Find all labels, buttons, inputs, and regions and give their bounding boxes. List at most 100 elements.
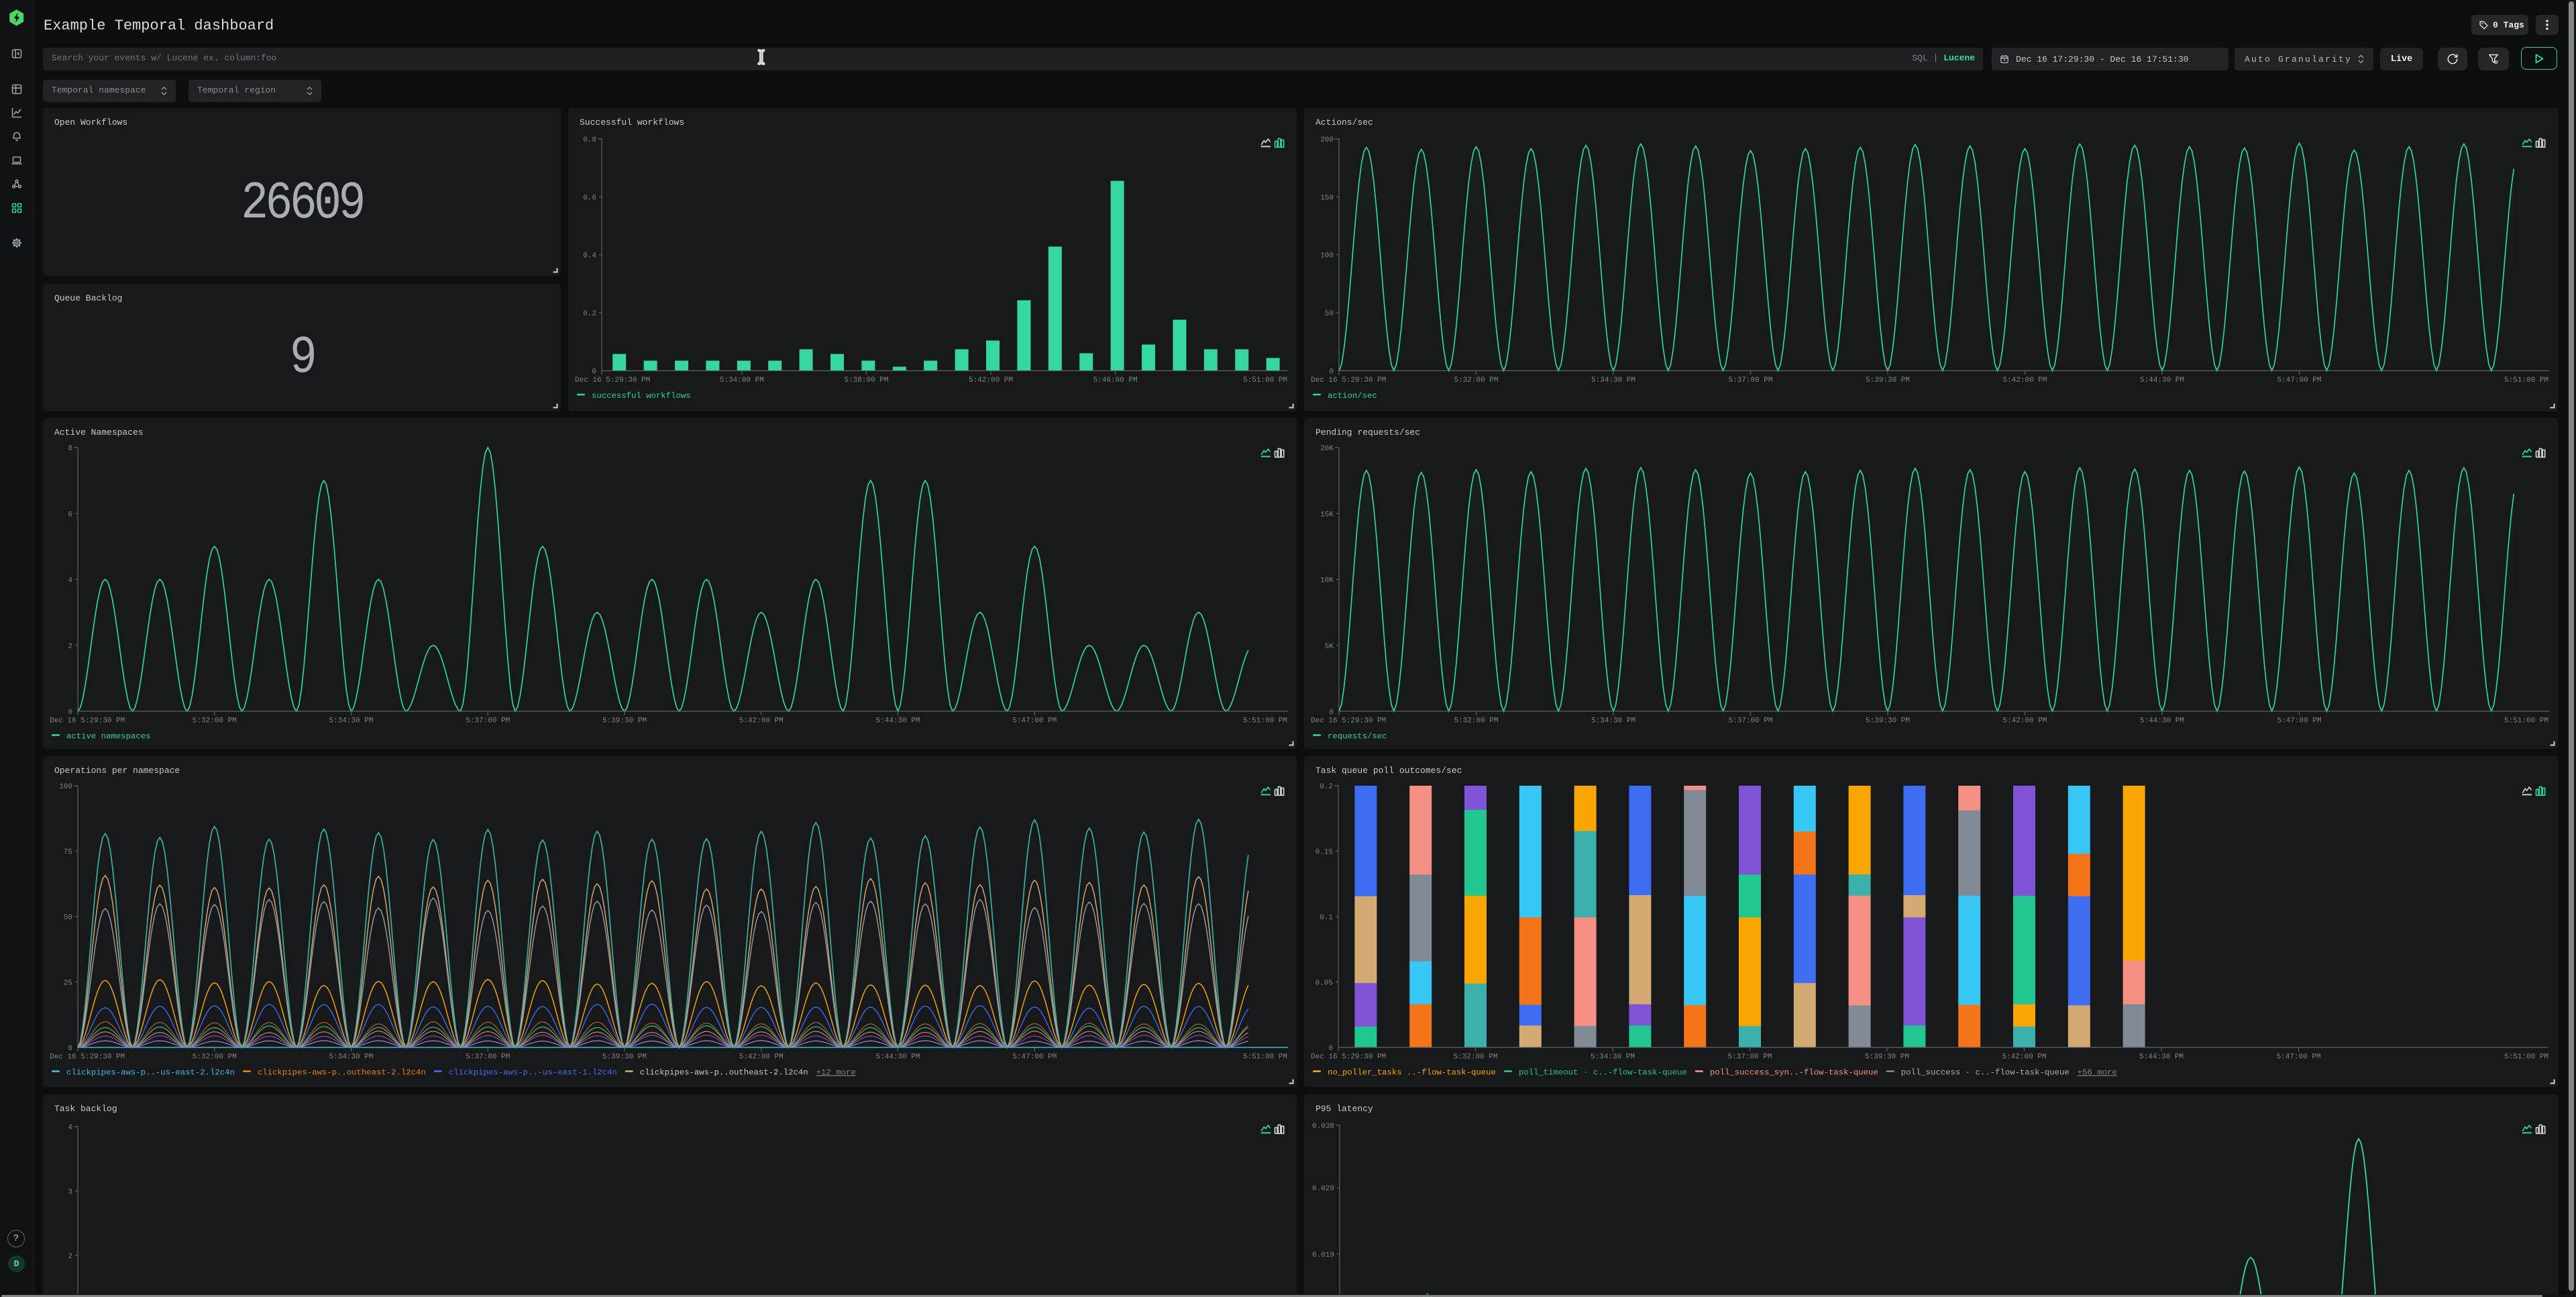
svg-text:Task queue poll outcomes/sec: Task queue poll outcomes/sec xyxy=(1316,766,1462,776)
svg-text:26609: 26609 xyxy=(241,174,363,234)
svg-text:5:37:00 PM: 5:37:00 PM xyxy=(466,1053,510,1061)
svg-text:5:34:30 PM: 5:34:30 PM xyxy=(1591,1053,1635,1061)
svg-text:5:44:30 PM: 5:44:30 PM xyxy=(875,717,920,725)
svg-text:action/sec: action/sec xyxy=(1328,391,1377,401)
svg-text:5:44:30 PM: 5:44:30 PM xyxy=(2140,376,2184,384)
svg-text:200: 200 xyxy=(1320,136,1334,144)
svg-text:15K: 15K xyxy=(1320,511,1334,519)
svg-text:4: 4 xyxy=(68,1124,72,1132)
svg-text:5:42:00 PM: 5:42:00 PM xyxy=(969,376,1013,384)
svg-text:0: 0 xyxy=(1329,709,1334,717)
svg-text:5:39:30 PM: 5:39:30 PM xyxy=(602,717,647,725)
svg-text:5:34:30 PM: 5:34:30 PM xyxy=(1591,376,1635,384)
svg-text:5:38:00 PM: 5:38:00 PM xyxy=(844,376,888,384)
svg-text:5:37:00 PM: 5:37:00 PM xyxy=(1728,717,1772,725)
svg-text:Dec 16 5:29:30 PM: Dec 16 5:29:30 PM xyxy=(50,1053,125,1061)
svg-text:0: 0 xyxy=(68,1045,72,1053)
svg-text:0.019: 0.019 xyxy=(1312,1251,1334,1259)
svg-text:Dec 16 5:29:30 PM: Dec 16 5:29:30 PM xyxy=(1311,1053,1386,1061)
svg-text:+56 more: +56 more xyxy=(2078,1068,2117,1078)
svg-text:5:34:30 PM: 5:34:30 PM xyxy=(329,717,373,725)
svg-text:Active Namespaces: Active Namespaces xyxy=(54,427,144,437)
svg-text:clickpipes-aws-p..-us-east-2.l: clickpipes-aws-p..-us-east-2.l2c4n xyxy=(66,1068,235,1078)
svg-text:requests/sec: requests/sec xyxy=(1328,732,1387,741)
svg-text:5:34:30 PM: 5:34:30 PM xyxy=(1591,717,1635,725)
svg-text:poll_success · c..-flow-task-q: poll_success · c..-flow-task-queue xyxy=(1901,1068,2070,1078)
svg-text:0.15: 0.15 xyxy=(1316,849,1333,857)
svg-text:100: 100 xyxy=(59,783,72,791)
svg-text:5:51:00 PM: 5:51:00 PM xyxy=(2504,717,2548,725)
svg-text:poll_success_syn..-flow-task-q: poll_success_syn..-flow-task-queue xyxy=(1710,1068,1878,1078)
svg-text:10K: 10K xyxy=(1320,577,1334,585)
svg-text:Successful workflows: Successful workflows xyxy=(580,117,684,127)
svg-text:0.4: 0.4 xyxy=(583,252,596,260)
svg-text:5:47:00 PM: 5:47:00 PM xyxy=(2276,1053,2320,1061)
svg-text:5:39:30 PM: 5:39:30 PM xyxy=(602,1053,647,1061)
svg-text:5:34:00 PM: 5:34:00 PM xyxy=(720,376,764,384)
svg-text:5:32:00 PM: 5:32:00 PM xyxy=(1454,376,1498,384)
svg-text:5:37:00 PM: 5:37:00 PM xyxy=(1728,376,1772,384)
svg-text:5:47:00 PM: 5:47:00 PM xyxy=(2277,376,2321,384)
svg-text:5:42:00 PM: 5:42:00 PM xyxy=(739,717,784,725)
svg-text:5:47:00 PM: 5:47:00 PM xyxy=(1012,1053,1057,1061)
svg-text:clickpipes-aws-p..outheast-2.l: clickpipes-aws-p..outheast-2.l2c4n xyxy=(640,1068,808,1078)
svg-text:5K: 5K xyxy=(1325,643,1334,651)
svg-text:0.2: 0.2 xyxy=(583,310,596,318)
svg-text:successful workflows: successful workflows xyxy=(592,391,691,401)
svg-text:Dec 16 5:29:30 PM: Dec 16 5:29:30 PM xyxy=(50,717,125,725)
svg-text:Pending requests/sec: Pending requests/sec xyxy=(1316,427,1420,437)
svg-text:5:39:30 PM: 5:39:30 PM xyxy=(1866,717,1910,725)
svg-text:Task backlog: Task backlog xyxy=(54,1104,117,1114)
svg-text:5:44:30 PM: 5:44:30 PM xyxy=(2140,717,2184,725)
svg-text:5:51:00 PM: 5:51:00 PM xyxy=(2504,1053,2548,1061)
svg-text:5:46:00 PM: 5:46:00 PM xyxy=(1093,376,1138,384)
svg-text:0.1: 0.1 xyxy=(1320,914,1333,922)
svg-text:5:42:00 PM: 5:42:00 PM xyxy=(2002,376,2047,384)
svg-text:5:47:00 PM: 5:47:00 PM xyxy=(2277,717,2321,725)
svg-text:100: 100 xyxy=(1320,252,1334,260)
svg-text:Operations per namespace: Operations per namespace xyxy=(54,766,180,776)
svg-text:0.8: 0.8 xyxy=(583,136,596,144)
svg-text:50: 50 xyxy=(1325,310,1334,318)
svg-text:5:34:30 PM: 5:34:30 PM xyxy=(329,1053,373,1061)
svg-text:0.2: 0.2 xyxy=(1320,783,1333,791)
svg-text:2: 2 xyxy=(68,643,72,651)
svg-text:5:44:30 PM: 5:44:30 PM xyxy=(875,1053,920,1061)
svg-text:25: 25 xyxy=(64,980,72,988)
svg-text:0: 0 xyxy=(1329,368,1334,376)
svg-text:Actions/sec: Actions/sec xyxy=(1316,117,1373,127)
svg-text:0: 0 xyxy=(592,368,596,376)
svg-text:5:51:00 PM: 5:51:00 PM xyxy=(1243,717,1287,725)
svg-text:Dec 16 5:29:30 PM: Dec 16 5:29:30 PM xyxy=(1311,717,1386,725)
svg-text:5:32:00 PM: 5:32:00 PM xyxy=(193,717,237,725)
svg-text:5:39:30 PM: 5:39:30 PM xyxy=(1866,376,1910,384)
svg-text:5:32:00 PM: 5:32:00 PM xyxy=(1454,717,1498,725)
svg-text:5:51:00 PM: 5:51:00 PM xyxy=(2504,376,2548,384)
svg-text:Dec 16 5:29:30 PM: Dec 16 5:29:30 PM xyxy=(575,376,650,384)
svg-text:5:42:00 PM: 5:42:00 PM xyxy=(2002,1053,2046,1061)
svg-text:9: 9 xyxy=(290,329,315,388)
svg-text:5:32:00 PM: 5:32:00 PM xyxy=(193,1053,237,1061)
svg-text:+12 more: +12 more xyxy=(816,1068,856,1078)
svg-text:poll_timeout · c..-flow-task-q: poll_timeout · c..-flow-task-queue xyxy=(1519,1068,1687,1078)
svg-text:clickpipes-aws-p..-us-east-1.l: clickpipes-aws-p..-us-east-1.l2c4n xyxy=(449,1068,617,1078)
svg-text:5:42:00 PM: 5:42:00 PM xyxy=(739,1053,784,1061)
svg-text:0.05: 0.05 xyxy=(1316,980,1333,988)
svg-text:0: 0 xyxy=(68,709,72,717)
svg-text:Open Workflows: Open Workflows xyxy=(54,117,127,127)
svg-text:150: 150 xyxy=(1320,194,1334,202)
svg-text:0: 0 xyxy=(1328,1045,1333,1053)
svg-text:50: 50 xyxy=(64,914,72,922)
svg-text:active namespaces: active namespaces xyxy=(66,732,150,741)
svg-text:5:51:00 PM: 5:51:00 PM xyxy=(1243,376,1287,384)
svg-text:2: 2 xyxy=(68,1253,72,1261)
svg-text:5:42:00 PM: 5:42:00 PM xyxy=(2002,717,2047,725)
svg-text:clickpipes-aws-p..outheast-2.l: clickpipes-aws-p..outheast-2.l2c4n xyxy=(258,1068,426,1078)
svg-text:0.029: 0.029 xyxy=(1312,1185,1334,1193)
svg-text:5:51:00 PM: 5:51:00 PM xyxy=(1243,1053,1287,1061)
svg-text:5:32:00 PM: 5:32:00 PM xyxy=(1453,1053,1497,1061)
svg-text:6: 6 xyxy=(68,511,72,519)
svg-text:8: 8 xyxy=(68,445,72,453)
svg-text:5:47:00 PM: 5:47:00 PM xyxy=(1012,717,1057,725)
svg-text:75: 75 xyxy=(64,849,72,857)
